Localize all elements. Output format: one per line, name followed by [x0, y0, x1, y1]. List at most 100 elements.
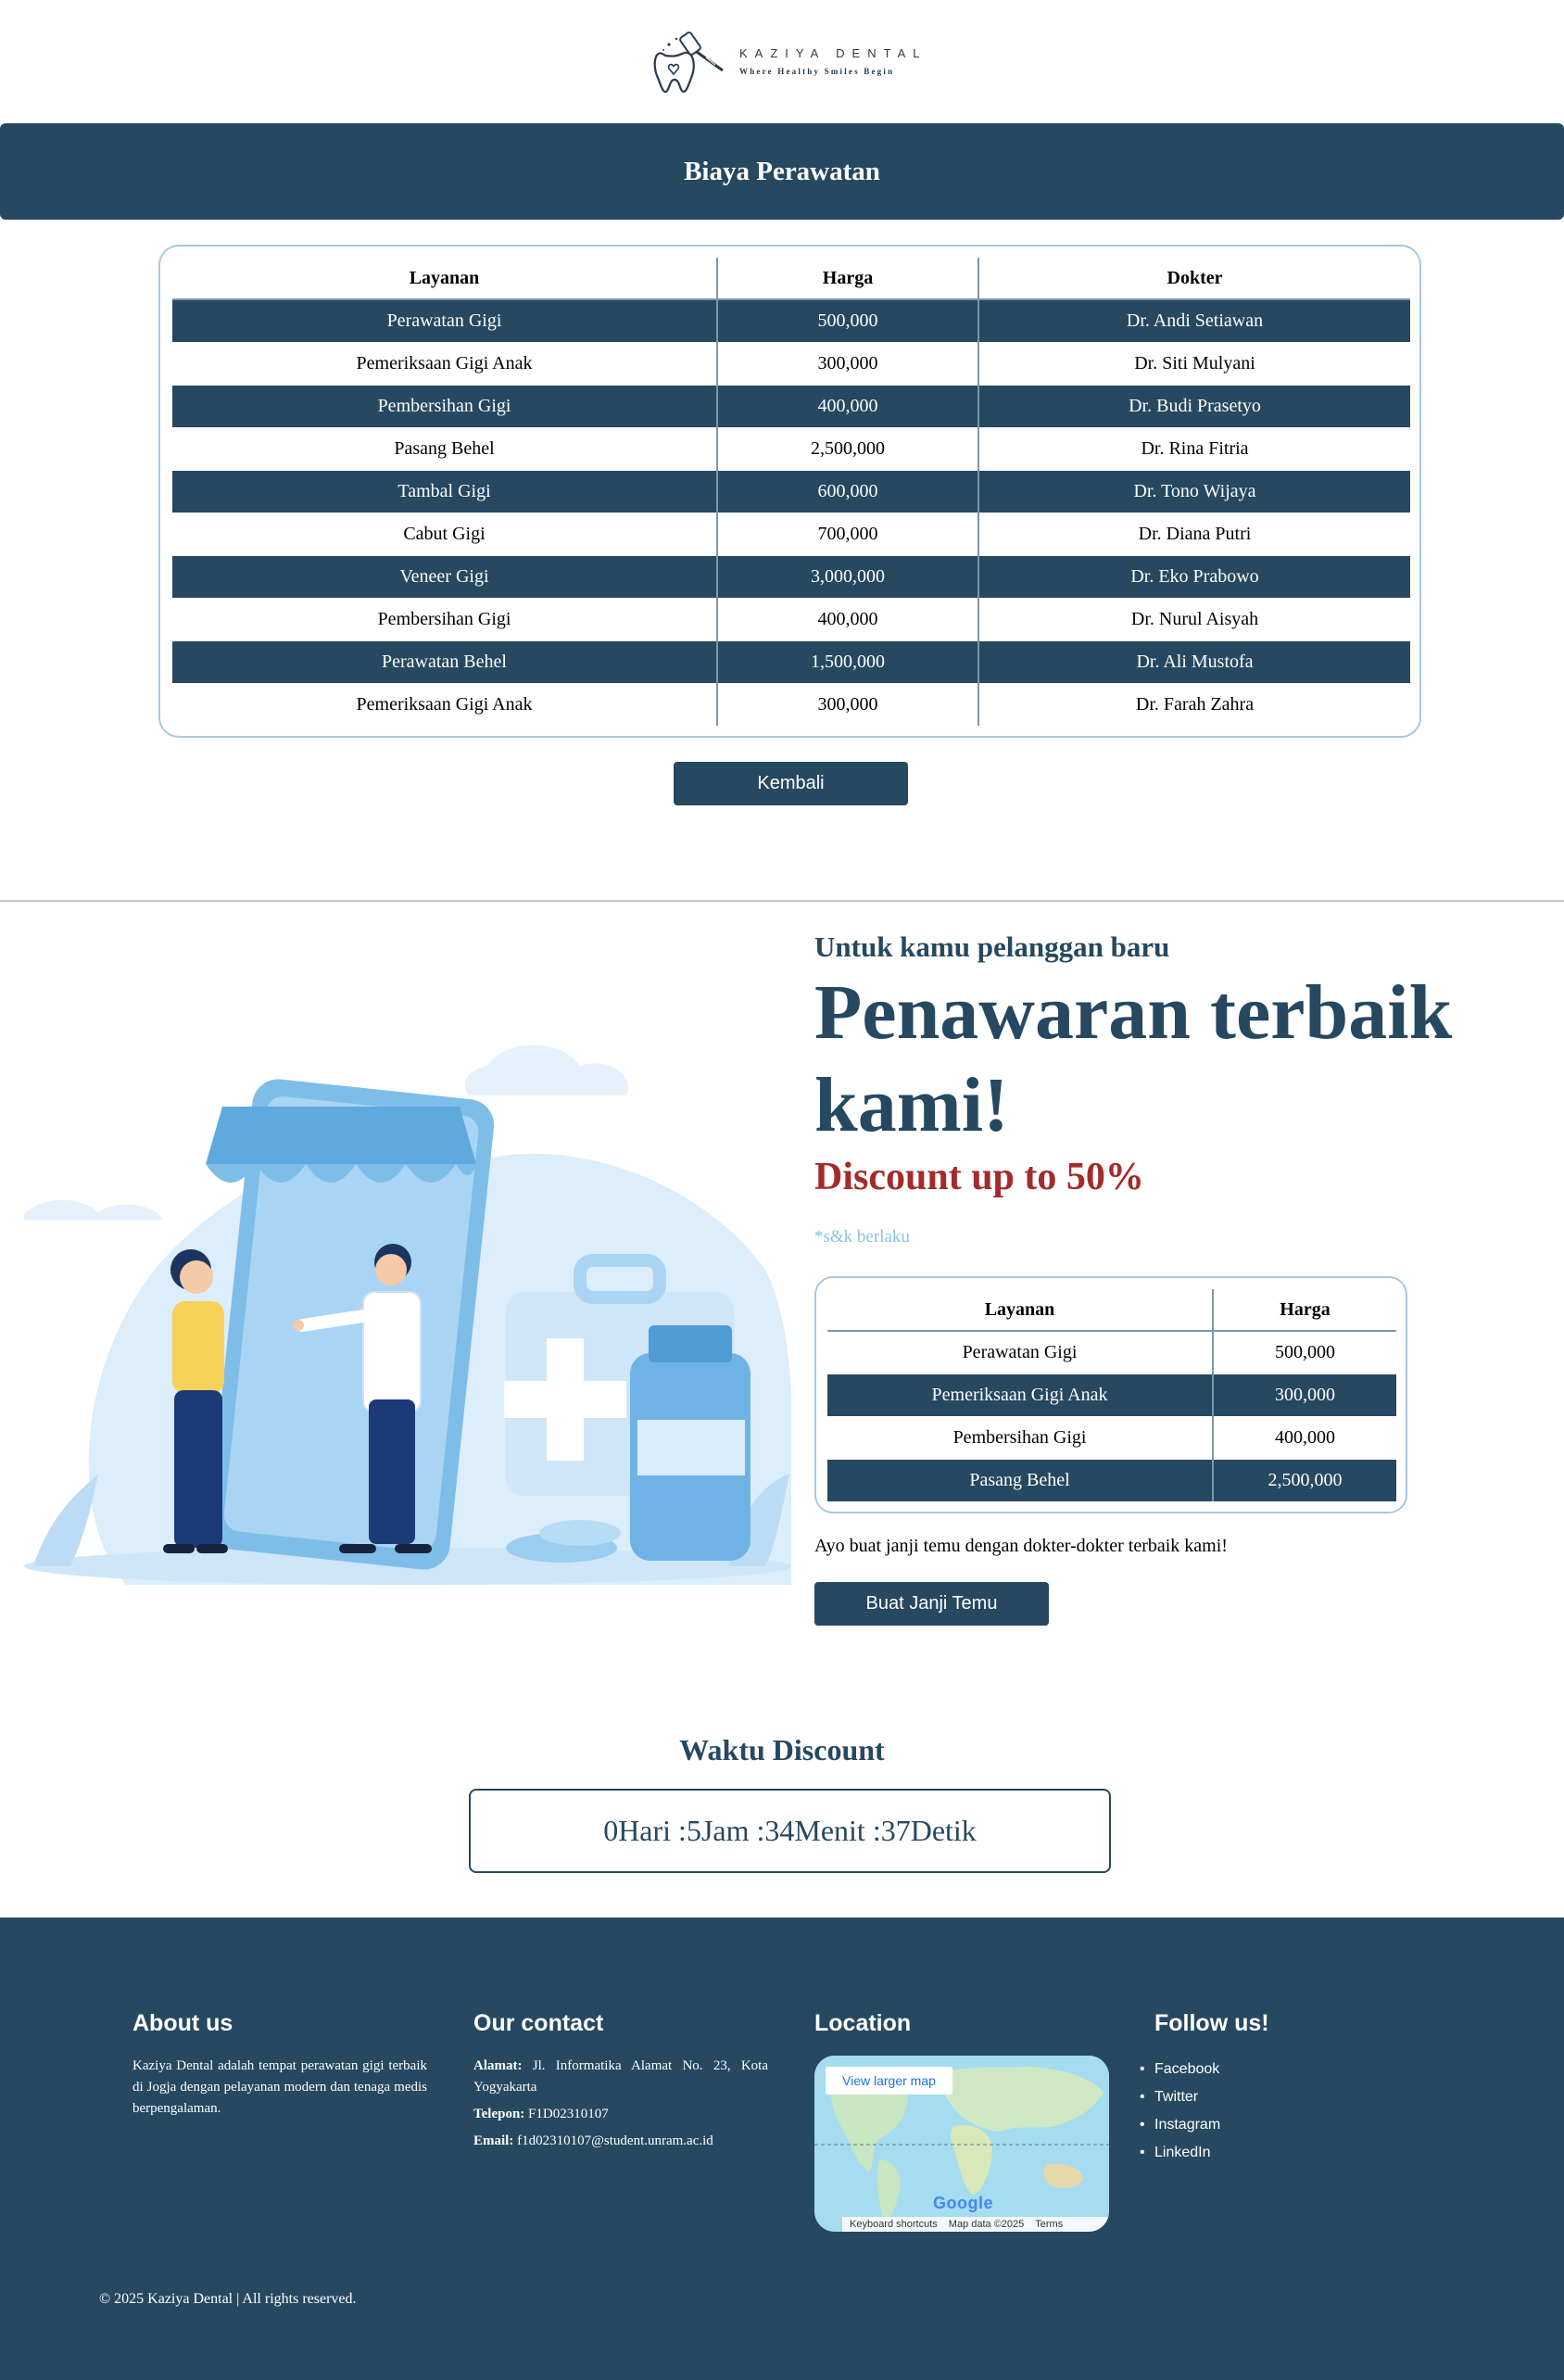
- instagram-link[interactable]: Instagram: [1140, 2111, 1432, 2139]
- table-row: Pemeriksaan Gigi Anak 300,000: [827, 1373, 1396, 1416]
- facebook-link[interactable]: Facebook: [1140, 2056, 1432, 2083]
- tooth-logo-icon: [653, 32, 724, 94]
- linkedin-link[interactable]: LinkedIn: [1140, 2139, 1432, 2167]
- book-appointment-button[interactable]: Buat Janji Temu: [814, 1582, 1049, 1626]
- about-text: Kaziya Dental adalah tempat perawatan gi…: [132, 2058, 427, 2116]
- service-cell: Pembersihan Gigi: [172, 384, 717, 427]
- table-row: Cabut Gigi 700,000 Dr. Diana Putri: [172, 512, 1410, 555]
- table-row: Pembersihan Gigi 400,000: [827, 1415, 1396, 1459]
- price-cell: 700,000: [716, 512, 978, 555]
- follow-title: Follow us!: [1154, 2010, 1269, 2036]
- google-logo-text: Google: [933, 2194, 993, 2212]
- table-row: Tambal Gigi 600,000 Dr. Tono Wijaya: [172, 469, 1410, 513]
- site-header: KAZIYA DENTAL Where Healthy Smiles Begin: [0, 0, 1564, 122]
- promo-cta-text: Ayo buat janji temu dengan dokter-dokter…: [814, 1536, 1228, 1556]
- service-cell: Perawatan Gigi: [172, 298, 717, 342]
- table-row: Perawatan Gigi 500,000 Dr. Andi Setiawan: [172, 298, 1410, 342]
- service-cell: Pasang Behel: [172, 426, 717, 470]
- price-cell: 2,500,000: [716, 426, 978, 470]
- service-cell: Pemeriksaan Gigi Anak: [172, 341, 717, 385]
- service-cell: Pasang Behel: [827, 1458, 1213, 1501]
- map-data-text: Map data ©2025: [948, 2219, 1025, 2230]
- doctor-cell: Dr. Budi Prasetyo: [978, 384, 1410, 427]
- price-cell: 1,500,000: [716, 639, 978, 683]
- service-cell: Pembersihan Gigi: [172, 597, 717, 640]
- table-row: Pembersihan Gigi 400,000 Dr. Budi Prasetyo: [172, 384, 1410, 427]
- site-logo[interactable]: KAZIYA DENTAL Where Healthy Smiles Begin: [645, 19, 928, 98]
- price-cell: 300,000: [1212, 1373, 1396, 1416]
- price-cell: 300,000: [716, 682, 978, 726]
- phone-label: Telepon:: [473, 2107, 525, 2121]
- table-row: Perawatan Gigi 500,000: [827, 1330, 1396, 1374]
- brand-tagline: Where Healthy Smiles Begin: [739, 67, 895, 76]
- contact-title: Our contact: [473, 2010, 604, 2036]
- promo-price-card: Layanan Harga Perawatan Gigi 500,000 Peme…: [814, 1276, 1407, 1513]
- doctor-cell: Dr. Andi Setiawan: [978, 298, 1410, 342]
- phone-value: F1D02310107: [528, 2107, 609, 2121]
- map-embed[interactable]: View larger map Google Keyboard shortcut…: [814, 2056, 1109, 2232]
- about-title: About us: [132, 2010, 233, 2036]
- price-cell: 3,000,000: [716, 554, 978, 598]
- contact-phone: Telepon: F1D02310107: [473, 2104, 768, 2125]
- google-logo: Google: [933, 2194, 993, 2213]
- doctor-cell: Dr. Rina Fitria: [978, 426, 1410, 470]
- doctor-pharmacy-illustration: [24, 1044, 791, 1585]
- doctor-cell: Dr. Ali Mustofa: [978, 639, 1410, 683]
- price-cell: 400,000: [716, 384, 978, 427]
- countdown-title: Waktu Discount: [679, 1733, 885, 1766]
- email-label: Email:: [473, 2133, 514, 2148]
- twitter-link[interactable]: Twitter: [1140, 2083, 1432, 2111]
- column-header-harga: Harga: [716, 258, 978, 300]
- contact-address: Alamat: Jl. Informatika Alamat No. 23, K…: [473, 2056, 768, 2098]
- price-cell: 300,000: [716, 341, 978, 385]
- table-row: Pemeriksaan Gigi Anak 300,000 Dr. Farah Za…: [172, 682, 1410, 726]
- service-cell: Pemeriksaan Gigi Anak: [172, 682, 717, 726]
- pricing-banner: Biaya Perawatan: [0, 123, 1564, 220]
- footer-contact: Our contact Alamat: Jl. Informatika Alam…: [473, 2010, 768, 2158]
- promo-discount: Discount up to 50%: [814, 1156, 1144, 1198]
- price-cell: 400,000: [716, 597, 978, 640]
- service-cell: Pemeriksaan Gigi Anak: [827, 1373, 1213, 1416]
- service-cell: Perawatan Behel: [172, 639, 717, 683]
- service-cell: Cabut Gigi: [172, 512, 717, 555]
- doctor-cell: Dr. Siti Mulyani: [978, 341, 1410, 385]
- price-cell: 600,000: [716, 469, 978, 513]
- service-cell: Veneer Gigi: [172, 554, 717, 598]
- social-links: Facebook Twitter Instagram LinkedIn: [1140, 2056, 1432, 2167]
- column-header-layanan: Layanan: [172, 258, 717, 300]
- doctor-cell: Dr. Nurul Aisyah: [978, 597, 1410, 640]
- countdown-value: 0Hari :5Jam :34Menit :37Detik: [603, 1814, 977, 1847]
- footer-about: About us Kaziya Dental adalah tempat per…: [132, 2010, 427, 2120]
- terms-note: *s&k berlaku: [814, 1227, 910, 1247]
- table-row: Veneer Gigi 3,000,000 Dr. Eko Prabowo: [172, 554, 1410, 598]
- promo-title: Penawaran terbaik kami!: [814, 969, 1453, 1148]
- service-cell: Tambal Gigi: [172, 469, 717, 513]
- back-button[interactable]: Kembali: [674, 762, 908, 805]
- promo-price-table: Layanan Harga Perawatan Gigi 500,000 Peme…: [827, 1289, 1396, 1501]
- column-header-layanan: Layanan: [827, 1289, 1213, 1332]
- table-row: Pasang Behel 2,500,000 Dr. Rina Fitria: [172, 426, 1410, 470]
- table-row: Perawatan Behel 1,500,000 Dr. Ali Mustofa: [172, 639, 1410, 683]
- email-value[interactable]: f1d02310107@student.unram.ac.id: [517, 2133, 713, 2148]
- keyboard-shortcuts-link[interactable]: Keyboard shortcuts: [850, 2219, 938, 2230]
- table-row: Pasang Behel 2,500,000: [827, 1458, 1396, 1501]
- map-terms-link[interactable]: Terms: [1035, 2219, 1063, 2230]
- copyright-text: © 2025 Kaziya Dental | All rights reserv…: [99, 2291, 357, 2307]
- view-larger-map-link[interactable]: View larger map: [826, 2067, 952, 2095]
- location-title: Location: [814, 2010, 912, 2036]
- doctor-cell: Dr. Tono Wijaya: [978, 469, 1410, 513]
- map-attribution: Keyboard shortcuts Map data ©2025 Terms: [842, 2217, 1109, 2232]
- section-divider: [0, 900, 1564, 902]
- service-cell: Pembersihan Gigi: [827, 1415, 1213, 1459]
- promo-subtitle: Untuk kamu pelanggan baru: [814, 930, 1170, 963]
- price-cell: 500,000: [716, 298, 978, 342]
- column-header-dokter: Dokter: [978, 258, 1410, 300]
- address-label: Alamat:: [473, 2058, 523, 2073]
- price-cell: 2,500,000: [1212, 1458, 1396, 1501]
- countdown-display: 0Hari :5Jam :34Menit :37Detik: [469, 1789, 1111, 1873]
- pricing-card: Layanan Harga Dokter Perawatan Gigi 500,0…: [158, 245, 1421, 738]
- site-footer: About us Kaziya Dental adalah tempat per…: [0, 1918, 1564, 2380]
- price-cell: 400,000: [1212, 1415, 1396, 1459]
- column-header-harga: Harga: [1212, 1289, 1396, 1332]
- table-row: Pembersihan Gigi 400,000 Dr. Nurul Aisyah: [172, 597, 1410, 640]
